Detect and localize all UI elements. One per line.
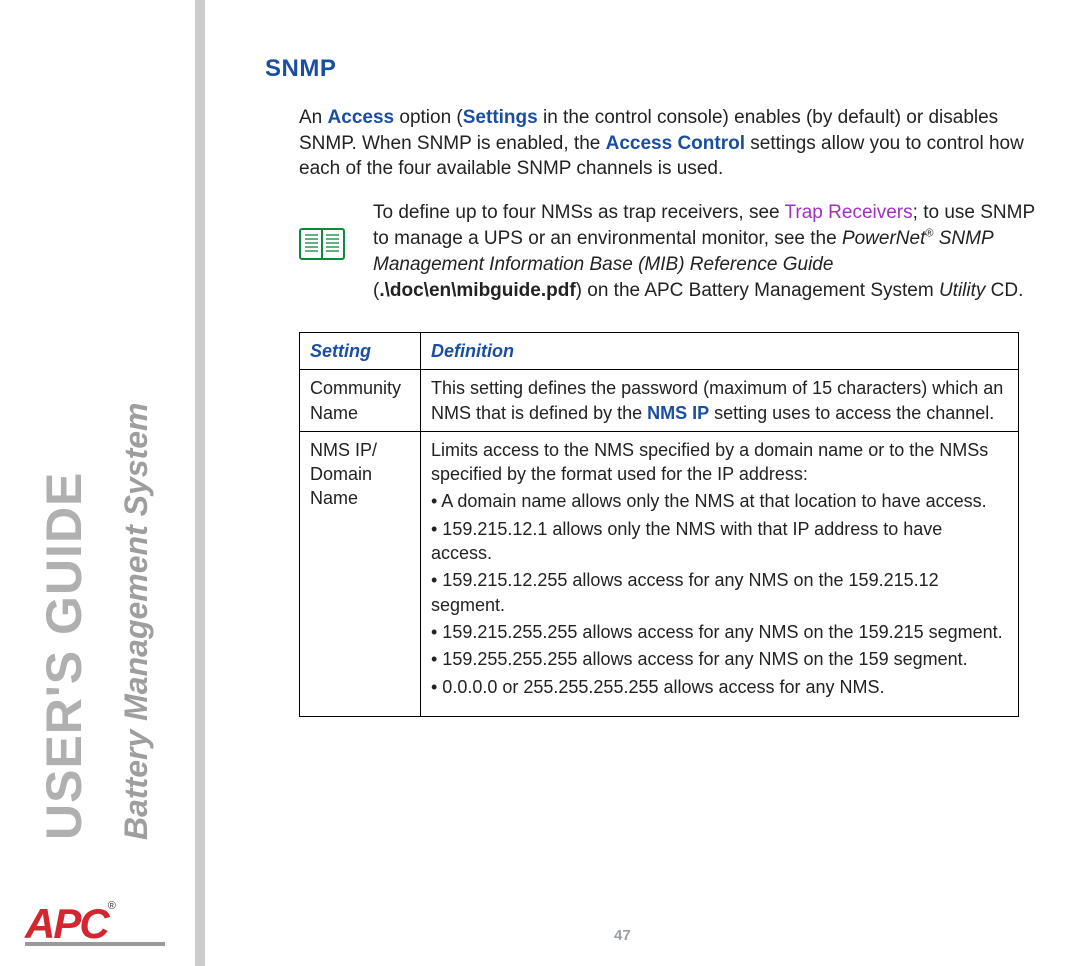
settings-table: Setting Definition Community Name This s… — [299, 332, 1019, 717]
col-setting: Setting — [300, 332, 421, 369]
cell-setting: NMS IP/ Domain Name — [300, 431, 421, 716]
intro-paragraph: An Access option (Settings in the contro… — [299, 105, 1035, 182]
cell-setting: Community Name — [300, 370, 421, 432]
col-definition: Definition — [421, 332, 1019, 369]
guide-subtitle-vertical: Battery Management System — [118, 403, 155, 840]
list-item: • 0.0.0.0 or 255.255.255.255 allows acce… — [431, 675, 1008, 699]
apc-logo: APC® — [25, 900, 165, 946]
section-title: SNMP — [265, 55, 1035, 83]
nms-ip-keyword: NMS IP — [647, 403, 709, 423]
logo-text: APC — [25, 900, 108, 947]
guide-title-vertical: USER'S GUIDE — [35, 472, 93, 840]
sidebar: USER'S GUIDE Battery Management System A… — [0, 0, 210, 966]
table-header-row: Setting Definition — [300, 332, 1019, 369]
access-keyword: Access — [328, 107, 395, 128]
sidebar-divider — [195, 0, 205, 966]
page-number: 47 — [614, 927, 631, 944]
guide-title-text: USER'S GUIDE — [36, 472, 92, 840]
list-item: • 159.215.12.255 allows access for any N… — [431, 568, 1008, 617]
access-control-keyword: Access Control — [606, 133, 745, 154]
logo-registered: ® — [108, 900, 116, 912]
list-item: • A domain name allows only the NMS at t… — [431, 489, 1008, 513]
note-text: To define up to four NMSs as trap receiv… — [373, 200, 1035, 304]
trap-receivers-link[interactable]: Trap Receivers — [785, 202, 913, 223]
list-item: • 159.215.12.1 allows only the NMS with … — [431, 517, 1008, 566]
settings-keyword: Settings — [463, 107, 538, 128]
list-item: • 159.255.255.255 allows access for any … — [431, 647, 1008, 671]
table-row: Community Name This setting defines the … — [300, 370, 1019, 432]
mibguide-path: .\doc\en\mibguide.pdf — [379, 280, 575, 301]
note-block: To define up to four NMSs as trap receiv… — [299, 200, 1035, 304]
table-row: NMS IP/ Domain Name Limits access to the… — [300, 431, 1019, 716]
list-item: • 159.215.255.255 allows access for any … — [431, 620, 1008, 644]
main-content: SNMP An Access option (Settings in the c… — [265, 55, 1035, 717]
cell-definition: Limits access to the NMS specified by a … — [421, 431, 1019, 716]
book-icon — [299, 226, 347, 267]
cell-definition: This setting defines the password (maxim… — [421, 370, 1019, 432]
